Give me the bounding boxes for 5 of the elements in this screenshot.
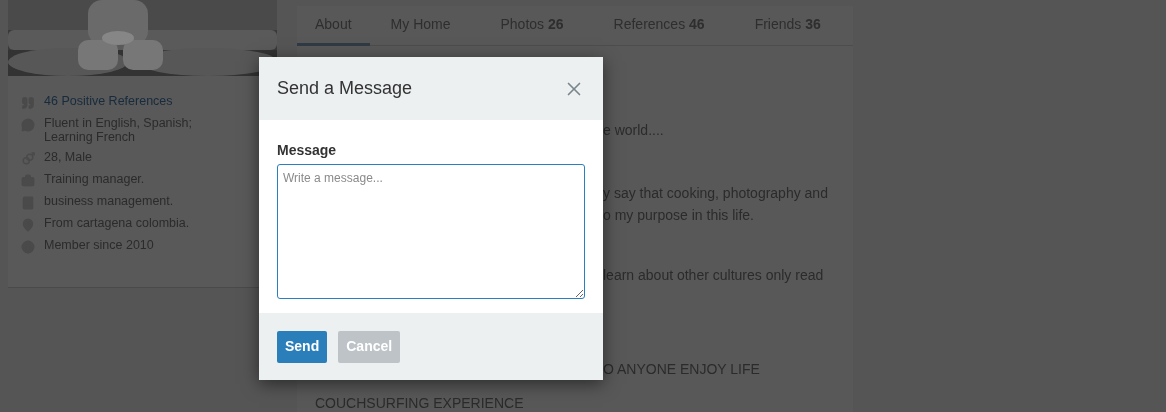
field-label: Message	[277, 141, 337, 160]
send-button[interactable]: Send	[277, 330, 328, 363]
references-link[interactable]: 46 Positive References	[44, 94, 214, 108]
message-field[interactable]: Write a message...	[277, 164, 585, 299]
dialog-title: Send a Message	[277, 77, 413, 100]
